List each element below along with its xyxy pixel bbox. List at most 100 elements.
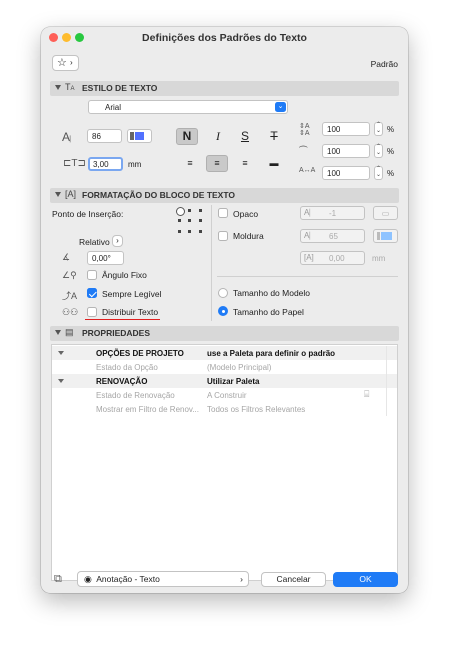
star-icon: ☆ [57, 57, 67, 69]
section-block-format[interactable]: [A] FORMATAÇÃO DO BLOCO DE TEXTO [50, 188, 399, 203]
width-factor-icon: ⇕A ⇕A [299, 123, 310, 137]
distribute-underline [85, 319, 160, 320]
pen-color-button[interactable] [127, 129, 152, 143]
property-value: Utilizar Paleta [207, 377, 260, 386]
dialog-window: Definições dos Padrões do Texto ☆ › Padrã… [41, 27, 408, 593]
slant-field[interactable]: 100 [322, 166, 370, 180]
frame-pen-value: 65 [329, 232, 338, 241]
paper-size-radio[interactable] [218, 306, 228, 316]
relative-chevron-button[interactable]: › [112, 235, 123, 247]
layer-name: Anotação - Texto [96, 574, 160, 584]
favorites-button[interactable]: ☆ › [52, 55, 79, 71]
model-size-radio[interactable] [218, 288, 228, 298]
char-spacing-field[interactable]: 100 [322, 144, 370, 158]
distribute-text-label: Distribuir Texto [102, 307, 159, 317]
renovation-icon: ⌸ [364, 389, 370, 399]
property-name: RENOVAÇÃO [96, 377, 148, 386]
property-value: Todos os Filtros Relevantes [207, 405, 306, 414]
align-justify-button[interactable]: ▬ [263, 155, 285, 172]
layer-icon: ⧉ [54, 573, 62, 585]
slant-icon: A↔A [299, 167, 316, 174]
anchor-point-grid[interactable] [176, 207, 202, 233]
align-justify-icon: ▬ [269, 158, 279, 168]
section-text-style[interactable]: TA ESTILO DE TEXTO [50, 81, 399, 96]
strikethrough-button[interactable]: T [263, 128, 285, 145]
frame-offset-value: 0,00 [329, 254, 345, 263]
char-spacing-stepper[interactable]: ⌃ ⌄ [374, 144, 383, 158]
distribute-text-checkbox[interactable] [87, 307, 97, 317]
align-right-button[interactable]: ≡ [234, 155, 256, 172]
frame-offset-field: [A] 0,00 [300, 251, 365, 265]
text-style-icon: TA [65, 82, 75, 92]
opaque-pen-field: A⎸ -1 [300, 206, 365, 220]
align-center-icon: ≡ [214, 158, 220, 168]
text-block-icon: [A] [65, 189, 77, 199]
chevron-right-icon: › [240, 574, 243, 584]
percent-label: % [387, 147, 395, 156]
expand-triangle-icon[interactable] [58, 351, 64, 355]
layer-dropdown[interactable]: ◉ Anotação - Texto › [77, 571, 249, 587]
fixed-angle-label: Ângulo Fixo [102, 270, 147, 280]
chevron-down-icon: ⌄ [275, 102, 286, 112]
anchor-selected-icon[interactable] [176, 207, 185, 216]
fixed-angle-checkbox[interactable] [87, 270, 97, 280]
italic-button[interactable]: I [207, 128, 229, 145]
frame-color-button [373, 229, 398, 243]
section-title: PROPRIEDADES [82, 328, 151, 338]
property-name: Estado de Renovação [96, 391, 175, 400]
opaque-pen-value: -1 [329, 209, 337, 218]
pen-icon: A⎸ [304, 231, 318, 240]
eye-icon: ◉ [84, 574, 92, 584]
collapse-triangle-icon [55, 330, 61, 335]
size-divider [217, 276, 398, 277]
always-readable-checkbox[interactable] [87, 288, 97, 298]
model-size-label: Tamanho do Modelo [233, 288, 311, 298]
preset-name: Padrão [370, 59, 398, 69]
width-factor-stepper[interactable]: ⌃ ⌄ [374, 122, 383, 136]
table-row[interactable]: Estado da Opção (Modelo Principal) [52, 360, 397, 374]
percent-label: % [387, 125, 395, 134]
section-properties[interactable]: ▤ PROPRIEDADES [50, 326, 399, 341]
frame-checkbox[interactable] [218, 231, 228, 241]
relative-label: Relativo [79, 237, 110, 247]
collapse-triangle-icon [55, 85, 61, 90]
table-row[interactable]: Mostrar em Filtro de Renov... Todos os F… [52, 402, 397, 416]
text-height-field[interactable]: 3,00 [88, 157, 123, 171]
properties-table: OPÇÕES DE PROJETO use a Paleta para defi… [51, 344, 398, 581]
table-row[interactable]: OPÇÕES DE PROJETO use a Paleta para defi… [52, 346, 397, 360]
opaque-checkbox[interactable] [218, 208, 228, 218]
font-size-icon: A⎸ [62, 130, 78, 144]
expand-triangle-icon[interactable] [58, 379, 64, 383]
distribute-icon: ⚇⚇ [62, 307, 79, 317]
property-value: use a Paleta para definir o padrão [207, 349, 336, 358]
scroll-divider [386, 346, 387, 416]
width-factor-field[interactable]: 100 [322, 122, 370, 136]
angle-field[interactable]: 0,00° [87, 251, 124, 265]
percent-label: % [387, 169, 395, 178]
table-row[interactable]: Estado de Renovação A Construir ⌸ [52, 388, 397, 402]
frame-label: Moldura [233, 231, 264, 241]
table-row[interactable]: RENOVAÇÃO Utilizar Paleta [52, 374, 397, 388]
title-bar: Definições dos Padrões do Texto [41, 27, 408, 49]
opaque-fill-button: ▭ [373, 206, 398, 220]
monitor-icon: ▭ [381, 209, 390, 218]
section-title: ESTILO DE TEXTO [82, 83, 158, 93]
chevron-right-icon: › [70, 58, 73, 67]
properties-icon: ▤ [65, 327, 74, 337]
font-size-field[interactable]: 86 [87, 129, 122, 143]
frame-offset-unit: mm [372, 254, 386, 263]
underline-button[interactable]: S [234, 128, 256, 145]
window-title: Definições dos Padrões do Texto [142, 32, 307, 44]
bold-button[interactable]: N [176, 128, 198, 145]
align-left-button[interactable]: ≡ [179, 155, 201, 172]
font-dropdown[interactable]: Arial ⌄ [88, 100, 288, 114]
pen-icon: A⎸ [304, 208, 318, 217]
collapse-triangle-icon [55, 192, 61, 197]
slant-stepper[interactable]: ⌃ ⌄ [374, 166, 383, 180]
opaque-label: Opaco [233, 209, 259, 219]
align-left-icon: ≡ [187, 158, 193, 168]
align-center-button[interactable]: ≡ [206, 155, 228, 172]
property-value: (Modelo Principal) [207, 363, 272, 372]
ok-button[interactable]: OK [333, 572, 398, 587]
cancel-button[interactable]: Cancelar [261, 572, 326, 587]
